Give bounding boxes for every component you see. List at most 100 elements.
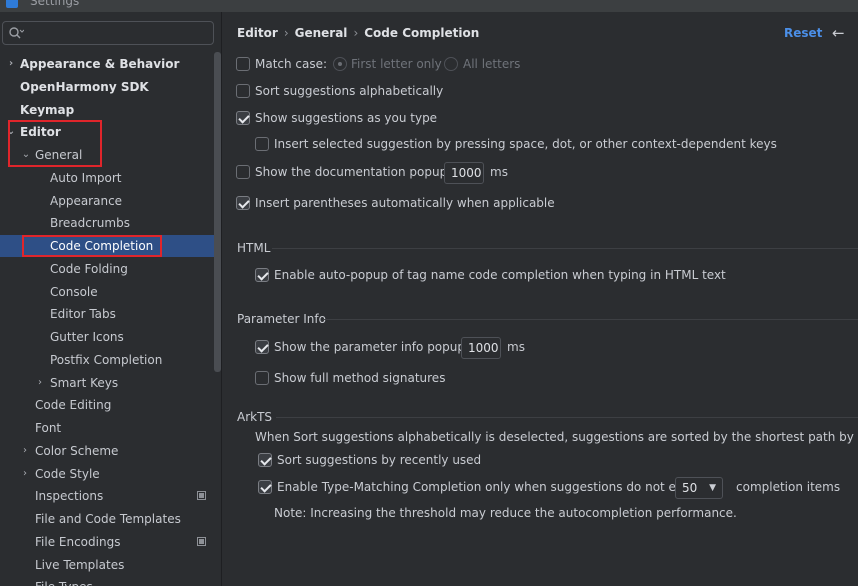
sort-recent-checkbox[interactable] bbox=[258, 453, 272, 467]
sidebar-item-label: Appearance & Behavior bbox=[20, 57, 180, 71]
sidebar-item-gutter-icons[interactable]: Gutter Icons bbox=[0, 326, 221, 348]
sidebar-item-label: Editor Tabs bbox=[50, 307, 116, 321]
sidebar-item-keymap[interactable]: Keymap bbox=[0, 99, 221, 121]
breadcrumb-separator-icon: › bbox=[353, 26, 359, 40]
project-settings-icon bbox=[197, 491, 206, 500]
param-popup-delay-input[interactable]: 1000 bbox=[461, 337, 501, 359]
insert-parens-row: Insert parentheses automatically when ap… bbox=[236, 193, 636, 213]
completion-items-label: completion items bbox=[736, 480, 841, 494]
sidebar-item-inspections[interactable]: Inspections bbox=[0, 485, 221, 507]
sidebar-item-label: Inspections bbox=[35, 489, 104, 503]
all-letters-label: All letters bbox=[463, 57, 521, 71]
sidebar-item-smart-keys[interactable]: › Smart Keys bbox=[0, 372, 221, 394]
sidebar-scrollbar[interactable] bbox=[214, 52, 221, 372]
full-signatures-label: Show full method signatures bbox=[274, 371, 446, 385]
chevron-down-icon[interactable]: ⌄ bbox=[20, 144, 32, 166]
doc-popup-row: Show the documentation popup in 1000 ms bbox=[236, 162, 536, 186]
chevron-right-icon[interactable]: › bbox=[34, 372, 46, 394]
breadcrumb-separator-icon: › bbox=[283, 26, 289, 40]
param-popup-checkbox[interactable] bbox=[255, 340, 269, 354]
sort-recent-label: Sort suggestions by recently used bbox=[277, 453, 482, 467]
sort-alpha-row: Sort suggestions alphabetically bbox=[236, 81, 536, 101]
match-case-checkbox[interactable] bbox=[236, 57, 250, 71]
sidebar-item-label: Console bbox=[50, 285, 98, 299]
insert-parens-label: Insert parentheses automatically when ap… bbox=[255, 196, 555, 210]
sidebar-item-editor[interactable]: ⌄ Editor bbox=[0, 121, 221, 143]
show-as-you-type-checkbox[interactable] bbox=[236, 111, 250, 125]
match-case-label: Match case: bbox=[255, 57, 328, 71]
param-popup-row: Show the parameter info popup in 1000 ms bbox=[255, 337, 575, 361]
sidebar-item-label: Auto Import bbox=[50, 171, 122, 185]
breadcrumb-code-completion: Code Completion bbox=[364, 26, 480, 40]
all-letters-radio[interactable] bbox=[444, 57, 458, 71]
sidebar-item-file-encodings[interactable]: File Encodings bbox=[0, 531, 221, 553]
section-divider bbox=[323, 319, 858, 320]
doc-popup-label: Show the documentation popup in bbox=[255, 165, 462, 179]
sort-alpha-checkbox[interactable] bbox=[236, 84, 250, 98]
sidebar-item-file-types[interactable]: File Types bbox=[0, 576, 221, 586]
reset-link[interactable]: Reset bbox=[784, 26, 822, 40]
sidebar-item-label: File Encodings bbox=[35, 535, 121, 549]
sidebar-item-console[interactable]: Console bbox=[0, 281, 221, 303]
chevron-down-icon[interactable]: ⌄ bbox=[5, 121, 17, 143]
doc-popup-delay-input[interactable]: 1000 bbox=[444, 162, 484, 184]
search-icon bbox=[9, 27, 24, 39]
sidebar-item-code-style[interactable]: › Code Style bbox=[0, 463, 221, 485]
sidebar-item-label: Editor bbox=[20, 125, 61, 139]
section-divider bbox=[276, 417, 858, 418]
html-auto-popup-row: Enable auto-popup of tag name code compl… bbox=[255, 265, 755, 285]
sidebar-item-live-templates[interactable]: Live Templates bbox=[0, 554, 221, 576]
chevron-right-icon[interactable]: › bbox=[19, 440, 31, 462]
settings-content: Editor › General › Code Completion Reset ← M… bbox=[222, 12, 858, 586]
show-as-you-type-row: Show suggestions as you type bbox=[236, 108, 536, 128]
doc-popup-checkbox[interactable] bbox=[236, 165, 250, 179]
sidebar-item-appearance[interactable]: Appearance bbox=[0, 190, 221, 212]
sidebar-item-font[interactable]: Font bbox=[0, 417, 221, 439]
sidebar-item-editor-tabs[interactable]: Editor Tabs bbox=[0, 303, 221, 325]
first-letter-radio[interactable] bbox=[333, 57, 347, 71]
breadcrumb-general[interactable]: General bbox=[295, 26, 348, 40]
chevron-right-icon[interactable]: › bbox=[19, 463, 31, 485]
sidebar-item-file-code-templates[interactable]: File and Code Templates bbox=[0, 508, 221, 530]
param-popup-ms-label: ms bbox=[507, 340, 525, 354]
breadcrumb-editor[interactable]: Editor bbox=[237, 26, 278, 40]
sidebar-item-auto-import[interactable]: Auto Import bbox=[0, 167, 221, 189]
sidebar-item-postfix-completion[interactable]: Postfix Completion bbox=[0, 349, 221, 371]
type-matching-label: Enable Type-Matching Completion only whe… bbox=[277, 480, 712, 494]
threshold-note: Note: Increasing the threshold may reduc… bbox=[274, 506, 737, 520]
sidebar-item-label: Appearance bbox=[50, 194, 123, 208]
insert-selected-checkbox[interactable] bbox=[255, 137, 269, 151]
sidebar-item-breadcrumbs[interactable]: Breadcrumbs bbox=[0, 212, 221, 234]
sidebar-item-general[interactable]: ⌄ General bbox=[0, 144, 221, 166]
type-matching-checkbox[interactable] bbox=[258, 480, 272, 494]
sidebar-item-code-folding[interactable]: Code Folding bbox=[0, 258, 221, 280]
sidebar-item-appearance-behavior[interactable]: › Appearance & Behavior bbox=[0, 53, 221, 75]
param-popup-label: Show the parameter info popup in bbox=[274, 340, 480, 354]
sidebar-item-label: Postfix Completion bbox=[50, 353, 163, 367]
sidebar-item-code-completion[interactable]: Code Completion bbox=[0, 235, 221, 257]
sidebar-item-label: Keymap bbox=[20, 103, 75, 117]
arkts-section-title: ArkTS bbox=[237, 410, 273, 424]
chevron-down-icon: ▼ bbox=[709, 483, 716, 493]
completion-limit-dropdown[interactable]: 50 ▼ bbox=[675, 477, 723, 499]
insert-parens-checkbox[interactable] bbox=[236, 196, 250, 210]
back-arrow-icon[interactable]: ← bbox=[832, 25, 845, 41]
sidebar-item-label: General bbox=[35, 148, 83, 162]
sidebar-item-openharmony-sdk[interactable]: OpenHarmony SDK bbox=[0, 76, 221, 98]
sidebar-item-label: Gutter Icons bbox=[50, 330, 124, 344]
doc-popup-ms-label: ms bbox=[490, 165, 508, 179]
search-input[interactable] bbox=[2, 21, 214, 45]
sidebar-item-label: Font bbox=[35, 421, 62, 435]
parameter-info-section-title: Parameter Info bbox=[237, 312, 326, 326]
sidebar-item-code-editing[interactable]: Code Editing bbox=[0, 394, 221, 416]
section-divider bbox=[272, 248, 858, 249]
sidebar-item-color-scheme[interactable]: › Color Scheme bbox=[0, 440, 221, 462]
match-case-row: Match case: First letter only All letter… bbox=[236, 54, 536, 74]
settings-sidebar: › Appearance & Behavior OpenHarmony SDK … bbox=[0, 12, 222, 586]
title-bar: Settings bbox=[0, 0, 858, 12]
html-auto-popup-label: Enable auto-popup of tag name code compl… bbox=[274, 268, 726, 282]
html-auto-popup-checkbox[interactable] bbox=[255, 268, 269, 282]
chevron-right-icon[interactable]: › bbox=[5, 53, 17, 75]
breadcrumb: Editor › General › Code Completion bbox=[237, 26, 479, 42]
full-signatures-checkbox[interactable] bbox=[255, 371, 269, 385]
